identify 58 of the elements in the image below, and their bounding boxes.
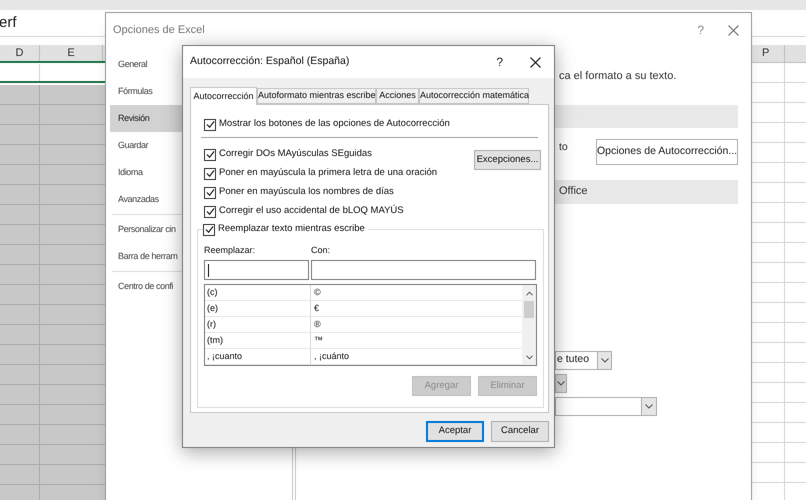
checkbox[interactable] bbox=[204, 206, 216, 218]
checkbox-label: Poner en mayúscula los nombres de días bbox=[219, 185, 394, 200]
checkbox-label: Reemplazar texto mientras escribe bbox=[218, 222, 365, 236]
field-label: Reemplazar: bbox=[204, 244, 256, 258]
input-field[interactable] bbox=[310, 260, 536, 280]
tab[interactable]: Autoformato mientras escribe bbox=[257, 88, 376, 104]
input-field[interactable] bbox=[204, 260, 309, 280]
intro-text: ca el formato a su texto. bbox=[559, 69, 678, 84]
checkbox-label: Corregir DOs MAyúsculas SEguidas bbox=[219, 147, 372, 162]
table-cell[interactable]: (c) bbox=[205, 285, 311, 300]
section-title: Office bbox=[559, 184, 588, 200]
table-cell[interactable]: , ¡cuanto bbox=[205, 349, 311, 364]
table-cell[interactable]: ® bbox=[311, 317, 522, 332]
exceptions-button[interactable]: Excepciones... bbox=[474, 150, 541, 170]
chevron-down-icon bbox=[557, 380, 565, 386]
dropdown-button[interactable] bbox=[597, 352, 611, 368]
table-cell[interactable]: (r) bbox=[205, 317, 311, 332]
chevron-down-icon bbox=[645, 404, 653, 408]
checkbox-label: Corregir el uso accidental de bLOQ MAYÚS bbox=[219, 204, 404, 218]
dropdown[interactable] bbox=[555, 396, 657, 416]
help-button[interactable]: ? bbox=[496, 53, 503, 71]
table-cell[interactable]: © bbox=[311, 285, 522, 300]
scrollbar[interactable] bbox=[522, 285, 536, 365]
chevron-down-icon[interactable] bbox=[526, 355, 533, 360]
column-header[interactable]: D bbox=[0, 45, 40, 61]
field-label: Con: bbox=[311, 244, 330, 258]
help-button[interactable]: ? bbox=[697, 21, 704, 39]
text-cursor bbox=[208, 264, 209, 276]
checkbox[interactable] bbox=[204, 186, 216, 198]
checkbox[interactable] bbox=[204, 118, 216, 130]
window-title: Opciones de Excel bbox=[113, 22, 205, 38]
dialog-button[interactable]: Cancelar bbox=[491, 421, 549, 442]
autocorrect-options-button[interactable]: Opciones de Autocorrección... bbox=[596, 138, 738, 164]
checkbox[interactable] bbox=[204, 168, 216, 180]
dialog-title: Autocorrección: Español (España) bbox=[190, 54, 350, 70]
checkbox[interactable] bbox=[203, 224, 215, 236]
table-cell[interactable]: ™ bbox=[311, 333, 522, 348]
checkbox-label: Mostrar los botones de las opciones de Autocorrección bbox=[219, 117, 450, 132]
scrollbar-thumb[interactable] bbox=[524, 301, 534, 318]
option-label: to bbox=[559, 140, 568, 155]
table-cell[interactable]: , ¡cuánto bbox=[311, 349, 522, 364]
chevron-down-icon bbox=[600, 358, 608, 362]
table-cell[interactable]: € bbox=[311, 301, 522, 316]
column-header[interactable]: E bbox=[40, 45, 103, 61]
dialog-button[interactable]: Aceptar bbox=[426, 421, 484, 442]
replacement-list[interactable]: (c) © (e) € (r) ® (tm) ™ , ¡cuanto , ¡cuánto bbox=[204, 284, 537, 366]
table-cell[interactable]: (tm) bbox=[205, 333, 311, 348]
tab[interactable]: Autocorrección bbox=[190, 87, 257, 105]
close-icon[interactable] bbox=[530, 56, 541, 68]
tab[interactable]: Autocorrección matemática bbox=[419, 88, 529, 104]
tab[interactable]: Acciones bbox=[376, 88, 419, 104]
formula-text: erf bbox=[0, 13, 17, 33]
table-cell[interactable]: (e) bbox=[205, 301, 311, 316]
chevron-up-icon[interactable] bbox=[526, 291, 533, 296]
dropdown-button[interactable] bbox=[555, 374, 567, 392]
checkbox[interactable] bbox=[204, 148, 216, 160]
checkbox-label: Poner en mayúscula la primera letra de una oración bbox=[219, 166, 438, 180]
dropdown[interactable]: e tuteo bbox=[555, 350, 612, 370]
